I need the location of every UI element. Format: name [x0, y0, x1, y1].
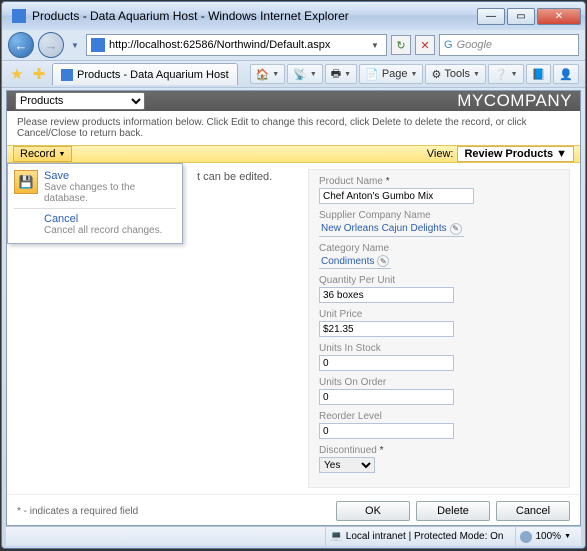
record-menu-button[interactable]: Record▼	[13, 146, 72, 162]
form-panel: Product Name * Supplier Company NameNew …	[308, 169, 570, 488]
print-icon: 🖶	[331, 65, 341, 84]
status-bar: 💻Local intranet | Protected Mode: On 100…	[6, 526, 581, 546]
app-window: Products - Data Aquarium Host - Windows …	[1, 1, 586, 549]
print-button[interactable]: 🖶▼	[325, 64, 357, 84]
reorder-input[interactable]	[319, 423, 454, 439]
category-link[interactable]: Condiments✎	[319, 255, 391, 269]
zoom-control[interactable]: 100%▼	[515, 527, 575, 546]
chevron-down-icon: ▼	[556, 148, 567, 160]
window-title: Products - Data Aquarium Host - Windows …	[32, 9, 477, 23]
supplier-label: Supplier Company Name	[319, 210, 559, 221]
maximize-button[interactable]: ▭	[507, 8, 535, 25]
security-zone[interactable]: 💻Local intranet | Protected Mode: On	[325, 527, 507, 546]
browser-tab[interactable]: Products - Data Aquarium Host	[52, 63, 238, 85]
view-label: View:	[427, 148, 454, 160]
page-favicon	[91, 38, 105, 52]
url-input[interactable]	[109, 39, 364, 51]
menu-item-save[interactable]: 💾 SaveSave changes to the database.	[8, 168, 182, 206]
refresh-button[interactable]: ↻	[391, 35, 411, 55]
search-placeholder: Google	[457, 39, 492, 51]
order-label: Units On Order	[319, 377, 559, 388]
research-button[interactable]: 📘	[526, 64, 552, 84]
form-area: 💾 SaveSave changes to the database. Canc…	[7, 163, 580, 494]
person-icon: 👤	[559, 68, 573, 81]
cancel-button[interactable]: Cancel	[496, 501, 570, 521]
discontinued-select[interactable]: Yes	[319, 457, 375, 473]
page-icon: 📄	[365, 68, 379, 81]
close-button[interactable]: ✕	[537, 8, 581, 25]
page-header: Products MYCOMPANY	[7, 91, 580, 111]
help-icon: ❔	[494, 68, 508, 81]
ie-favicon	[12, 9, 26, 23]
delete-button[interactable]: Delete	[416, 501, 490, 521]
command-bar: ★ ✚ Products - Data Aquarium Host 🏠▼ 📡▼ …	[2, 60, 585, 88]
supplier-link[interactable]: New Orleans Cajun Delights✎	[319, 223, 464, 237]
stop-button[interactable]: ✕	[415, 35, 435, 55]
qpu-input[interactable]	[319, 287, 454, 303]
rss-icon: 📡	[293, 68, 307, 81]
nav-history-dropdown[interactable]: ▼	[68, 35, 82, 55]
minimize-button[interactable]: —	[477, 8, 505, 25]
reorder-label: Reorder Level	[319, 411, 559, 422]
help-button[interactable]: ❔▼	[488, 64, 524, 84]
disc-label: Discontinued	[319, 445, 377, 456]
product-name-label: Product Name	[319, 176, 383, 187]
lookup-icon[interactable]: ✎	[450, 223, 462, 235]
favorites-star-icon[interactable]: ★	[8, 65, 26, 83]
product-name-input[interactable]	[319, 188, 474, 204]
zone-icon: 💻	[330, 531, 342, 542]
hint-fragment: t can be edited.	[197, 171, 308, 183]
view-selector[interactable]: Review Products▼	[457, 146, 574, 162]
tab-favicon	[61, 69, 73, 81]
page-menu[interactable]: 📄Page▼	[359, 64, 423, 84]
stock-label: Units In Stock	[319, 343, 559, 354]
tab-title: Products - Data Aquarium Host	[77, 69, 229, 81]
record-toolbar: Record▼ View: Review Products▼	[7, 145, 580, 163]
order-input[interactable]	[319, 389, 454, 405]
save-icon: 💾	[14, 170, 38, 194]
home-icon: 🏠	[256, 68, 270, 81]
qpu-label: Quantity Per Unit	[319, 275, 559, 286]
stock-input[interactable]	[319, 355, 454, 371]
forward-button[interactable]: →	[38, 32, 64, 58]
menu-item-cancel[interactable]: CancelCancel all record changes.	[8, 211, 182, 239]
address-bar[interactable]: ▼	[86, 34, 387, 56]
url-dropdown-icon[interactable]: ▼	[368, 41, 382, 50]
required-note: * - indicates a required field	[7, 502, 148, 521]
menu-divider	[14, 208, 176, 209]
ok-button[interactable]: OK	[336, 501, 410, 521]
instructions-text: Please review products information below…	[7, 111, 580, 145]
gear-icon: ⚙	[431, 68, 441, 81]
category-label: Category Name	[319, 243, 559, 254]
category-select[interactable]: Products	[15, 92, 145, 110]
brand-logo: MYCOMPANY	[457, 91, 572, 111]
home-button[interactable]: 🏠▼	[250, 64, 286, 84]
feeds-button[interactable]: 📡▼	[287, 64, 323, 84]
search-provider-icon: G	[444, 39, 453, 51]
book-icon: 📘	[532, 68, 546, 81]
add-favorites-icon[interactable]: ✚	[30, 65, 48, 83]
title-bar: Products - Data Aquarium Host - Windows …	[2, 2, 585, 30]
price-label: Unit Price	[319, 309, 559, 320]
search-box[interactable]: G Google	[439, 34, 579, 56]
record-dropdown-menu: 💾 SaveSave changes to the database. Canc…	[7, 163, 183, 244]
tools-menu[interactable]: ⚙Tools▼	[425, 64, 486, 84]
nav-bar: ← → ▼ ▼ ↻ ✕ G Google	[2, 30, 585, 60]
price-input[interactable]	[319, 321, 454, 337]
lookup-icon[interactable]: ✎	[377, 255, 389, 267]
zoom-icon	[520, 531, 532, 543]
messenger-button[interactable]: 👤	[553, 64, 579, 84]
page-content: Products MYCOMPANY Please review product…	[6, 90, 581, 526]
chevron-down-icon: ▼	[58, 151, 65, 158]
back-button[interactable]: ←	[8, 32, 34, 58]
